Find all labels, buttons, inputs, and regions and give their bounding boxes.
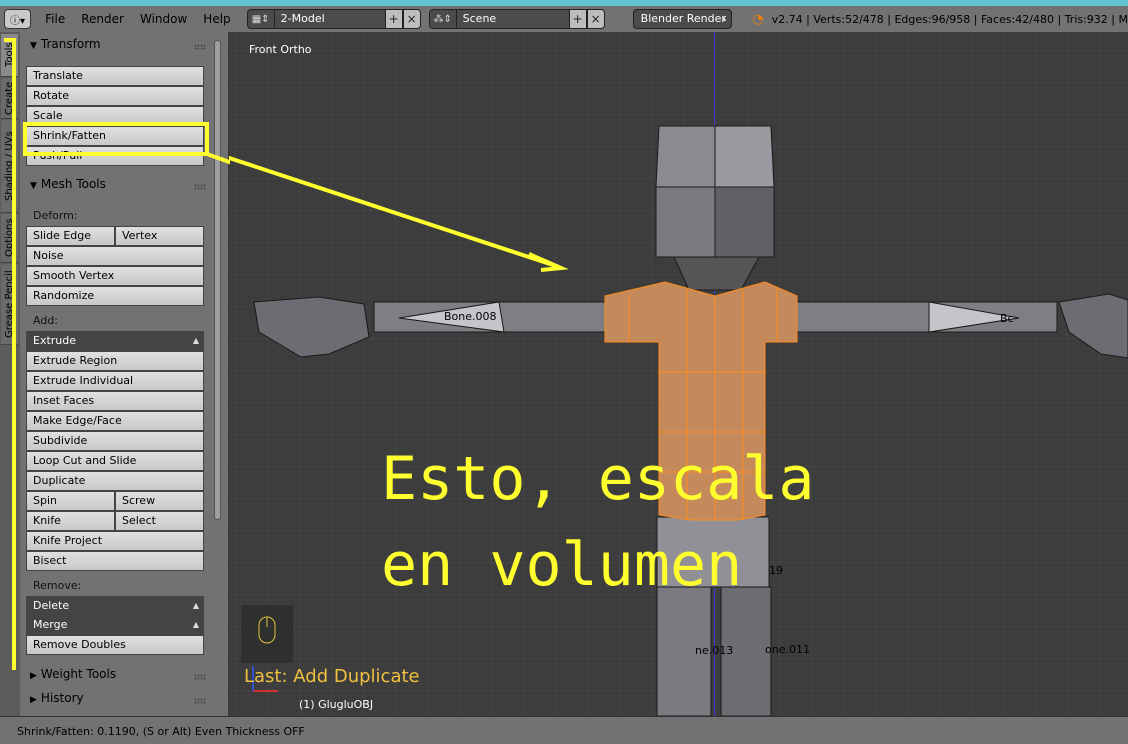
spin-button[interactable]: Spin (26, 491, 115, 511)
transform-title: Transform (40, 37, 101, 51)
knife-project-button[interactable]: Knife Project (26, 531, 204, 551)
add-layout-icon[interactable]: + (384, 9, 403, 29)
scene-icon[interactable]: ⁂⇕ (428, 9, 457, 29)
tab-grease-pencil[interactable]: Grease Pencil (1, 264, 18, 345)
smooth-vertex-button[interactable]: Smooth Vertex (26, 266, 204, 286)
scene-selector: ⁂⇕ Scene + × (428, 9, 605, 29)
bone-label-right: Bc (1000, 312, 1014, 325)
menu-help[interactable]: Help (195, 6, 238, 32)
tab-options[interactable]: Options (1, 214, 18, 263)
menu-file[interactable]: File (37, 6, 73, 32)
render-engine-label: Blender Render (640, 12, 726, 25)
bisect-button[interactable]: Bisect (26, 551, 204, 571)
remove-doubles-button[interactable]: Remove Doubles (26, 635, 204, 655)
delete-label: Delete (33, 599, 70, 612)
menu-window[interactable]: Window (132, 6, 195, 32)
deform-label: Deform: (33, 209, 78, 222)
character-mesh (229, 125, 1128, 716)
merge-label: Merge (33, 618, 68, 631)
collapse-down-icon: ▼ (30, 181, 37, 191)
mouse-icon (241, 605, 293, 663)
extrude-region-button[interactable]: Extrude Region (26, 351, 204, 371)
translate-button[interactable]: Translate (26, 66, 204, 86)
status-text: Shrink/Fatten: 0.1190, (S or Alt) Even T… (17, 725, 305, 738)
noise-button[interactable]: Noise (26, 246, 204, 266)
bone-label-left: Bone.008 (444, 310, 497, 323)
randomize-button[interactable]: Randomize (26, 286, 204, 306)
scene-field[interactable]: Scene (456, 9, 569, 29)
transform-panel-header[interactable]: ▼ Transform (30, 37, 101, 51)
collapse-right-icon: ▶ (30, 671, 37, 681)
screen-layout-selector: ▦⇕ 2-Model + × (246, 9, 421, 29)
toolshelf-tabs: Tools Create Shading / UVs Options Greas… (0, 32, 21, 716)
scene-stats: v2.74 | Verts:52/478 | Edges:96/958 | Fa… (771, 12, 1128, 26)
3d-viewport[interactable]: Front Ortho Bone.008 Bc 19 ne.013 one.01… (229, 32, 1128, 716)
object-name: (1) GlugluOBJ (299, 698, 374, 711)
add-label: Add: (33, 314, 59, 327)
render-engine-dropdown[interactable]: Blender Render ▴▾ (632, 9, 733, 42)
duplicate-button[interactable]: Duplicate (26, 471, 204, 491)
screen-layout-icon[interactable]: ▦⇕ (246, 9, 275, 29)
subdivide-button[interactable]: Subdivide (26, 431, 204, 451)
toolshelf-scrollbar[interactable] (214, 40, 221, 520)
weight-tools-title: Weight Tools (40, 667, 117, 681)
merge-dropdown[interactable]: Merge ▲▼ (26, 615, 204, 635)
mesh-tools-panel-header[interactable]: ▼ Mesh Tools (30, 177, 106, 191)
dropdown-arrow-icon: ▲▼ (192, 601, 199, 610)
blender-logo-icon: ◔ (752, 11, 764, 27)
screen-layout-field[interactable]: 2-Model (274, 9, 385, 29)
tool-shelf: ▼ Transform Translate Rotate Scale Shrink… (20, 32, 228, 716)
delete-dropdown[interactable]: Delete ▲▼ (26, 596, 204, 616)
bone-label-leg-right: one.011 (765, 643, 810, 656)
shrink-fatten-button[interactable]: Shrink/Fatten (26, 126, 204, 146)
make-edge-face-button[interactable]: Make Edge/Face (26, 411, 204, 431)
knife-button[interactable]: Knife (26, 511, 115, 531)
extrude-individual-button[interactable]: Extrude Individual (26, 371, 204, 391)
dropdown-arrow-icon: ▲▼ (192, 336, 199, 345)
tab-shading-uvs[interactable]: Shading / UVs (1, 120, 18, 213)
collapse-right-icon: ▶ (30, 695, 37, 705)
status-bar: Shrink/Fatten: 0.1190, (S or Alt) Even T… (0, 716, 1128, 744)
panel-grip-icon[interactable] (194, 44, 206, 50)
extrude-label: Extrude (33, 334, 77, 347)
weight-tools-panel-header[interactable]: ▶ Weight Tools (30, 667, 116, 681)
mesh-tools-title: Mesh Tools (40, 177, 106, 191)
annotation-text-line1: Esto, escala (381, 444, 815, 514)
menu-render[interactable]: Render (73, 6, 132, 32)
editor-type-button[interactable]: ⓘ▾ (4, 9, 32, 29)
remove-label: Remove: (33, 579, 82, 592)
remove-scene-icon[interactable]: × (586, 9, 605, 29)
inset-faces-button[interactable]: Inset Faces (26, 391, 204, 411)
extrude-dropdown[interactable]: Extrude ▲▼ (26, 331, 204, 351)
history-title: History (40, 691, 84, 705)
info-header: ⓘ▾ File Render Window Help ▦⇕ 2-Model + … (0, 6, 1128, 42)
panel-grip-icon[interactable] (194, 698, 206, 704)
screw-button[interactable]: Screw (115, 491, 204, 511)
vertex-button[interactable]: Vertex (115, 226, 204, 246)
panel-grip-icon[interactable] (194, 674, 206, 680)
tab-tools[interactable]: Tools (1, 34, 18, 77)
add-scene-icon[interactable]: + (568, 9, 587, 29)
main-menu: File Render Window Help (37, 6, 239, 32)
info-icon: ⓘ▾ (10, 15, 26, 27)
dropdown-arrow-icon: ▲▼ (192, 620, 199, 629)
tab-create[interactable]: Create (1, 78, 18, 119)
knife-select-button[interactable]: Select (115, 511, 204, 531)
bone-label-leg-left: ne.013 (695, 644, 734, 657)
panel-grip-icon[interactable] (194, 184, 206, 190)
rotate-button[interactable]: Rotate (26, 86, 204, 106)
collapse-down-icon: ▼ (30, 41, 37, 51)
last-operator: Last: Add Duplicate (244, 666, 420, 687)
push-pull-button[interactable]: Push/Pull (26, 146, 204, 166)
scale-button[interactable]: Scale (26, 106, 204, 126)
bone-label-mid: 19 (769, 564, 783, 577)
slide-edge-button[interactable]: Slide Edge (26, 226, 115, 246)
annotation-text-line2: en volumen (381, 530, 743, 600)
loop-cut-button[interactable]: Loop Cut and Slide (26, 451, 204, 471)
remove-layout-icon[interactable]: × (402, 9, 421, 29)
history-panel-header[interactable]: ▶ History (30, 691, 84, 705)
